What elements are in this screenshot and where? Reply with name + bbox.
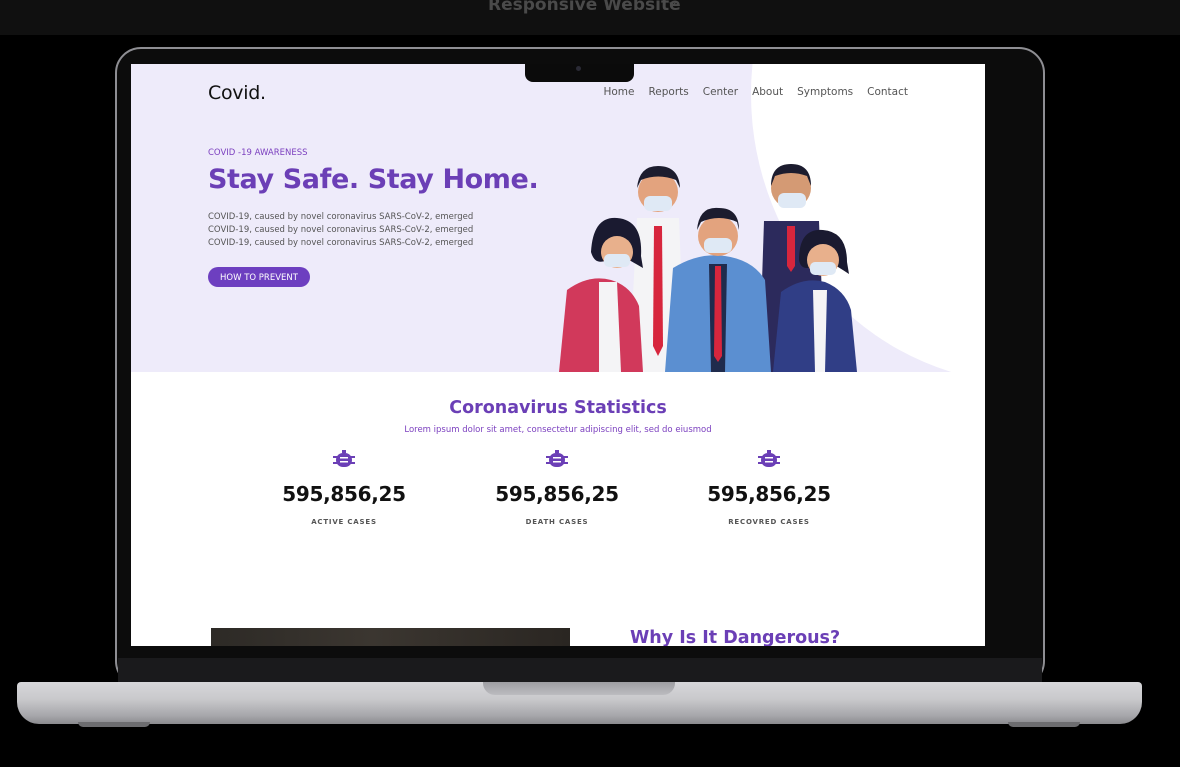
stat-value: 595,856,25 — [495, 482, 619, 506]
stat-death-cases: 595,856,25 DEATH CASES — [477, 450, 637, 526]
stat-label: DEATH CASES — [525, 518, 589, 526]
hero-section: Covid. Home Reports Center About Symptom… — [131, 64, 985, 372]
hero-eyebrow: COVID -19 AWARENESS — [208, 148, 308, 158]
hero-description: COVID-19, caused by novel coronavirus SA… — [208, 211, 473, 250]
nav-about[interactable]: About — [752, 86, 783, 98]
stats-title: Coronavirus Statistics — [449, 398, 667, 418]
camera-notch — [525, 64, 634, 82]
stat-value: 595,856,25 — [282, 482, 406, 506]
laptop-chin — [118, 658, 1042, 682]
virus-icon — [546, 450, 568, 467]
hero-desc-line: COVID-19, caused by novel coronavirus SA… — [208, 238, 474, 248]
nav-contact[interactable]: Contact — [867, 86, 908, 98]
dangerous-section-photo — [211, 628, 570, 646]
nav-center[interactable]: Center — [703, 86, 738, 98]
stat-label: RECOVRED CASES — [728, 518, 810, 526]
main-nav: Home Reports Center About Symptoms Conta… — [603, 86, 908, 98]
nav-symptoms[interactable]: Symptoms — [797, 86, 853, 98]
presentation-title[interactable]: Responsive Website — [488, 0, 681, 15]
stat-active-cases: 595,856,25 ACTIVE CASES — [264, 450, 424, 526]
masked-people-illustration — [559, 164, 857, 372]
site-logo[interactable]: Covid. — [208, 82, 266, 104]
hero-headline: Stay Safe. Stay Home. — [208, 164, 539, 195]
how-to-prevent-button[interactable]: HOW TO PREVENT — [208, 267, 310, 287]
laptop-foot-left — [78, 722, 150, 727]
stat-label: ACTIVE CASES — [311, 518, 377, 526]
virus-icon — [758, 450, 780, 467]
stat-value: 595,856,25 — [707, 482, 831, 506]
laptop-foot-right — [1008, 722, 1080, 727]
virus-icon — [333, 450, 355, 467]
nav-reports[interactable]: Reports — [648, 86, 688, 98]
hero-desc-line: COVID-19, caused by novel coronavirus SA… — [208, 212, 474, 222]
why-dangerous-title: Why Is It Dangerous? — [630, 628, 841, 646]
chevron-down-icon[interactable]: ⌄ — [666, 0, 679, 11]
laptop-opening-groove — [483, 682, 675, 695]
laptop-screen: Covid. Home Reports Center About Symptom… — [131, 64, 985, 646]
presentation-header: Responsive Website ⌄ — [0, 0, 1180, 35]
stat-recovered-cases: 595,856,25 RECOVRED CASES — [689, 450, 849, 526]
hero-desc-line: COVID-19, caused by novel coronavirus SA… — [208, 225, 474, 235]
nav-home[interactable]: Home — [603, 86, 634, 98]
stats-subtitle: Lorem ipsum dolor sit amet, consectetur … — [404, 425, 712, 435]
camera-icon — [576, 66, 581, 71]
